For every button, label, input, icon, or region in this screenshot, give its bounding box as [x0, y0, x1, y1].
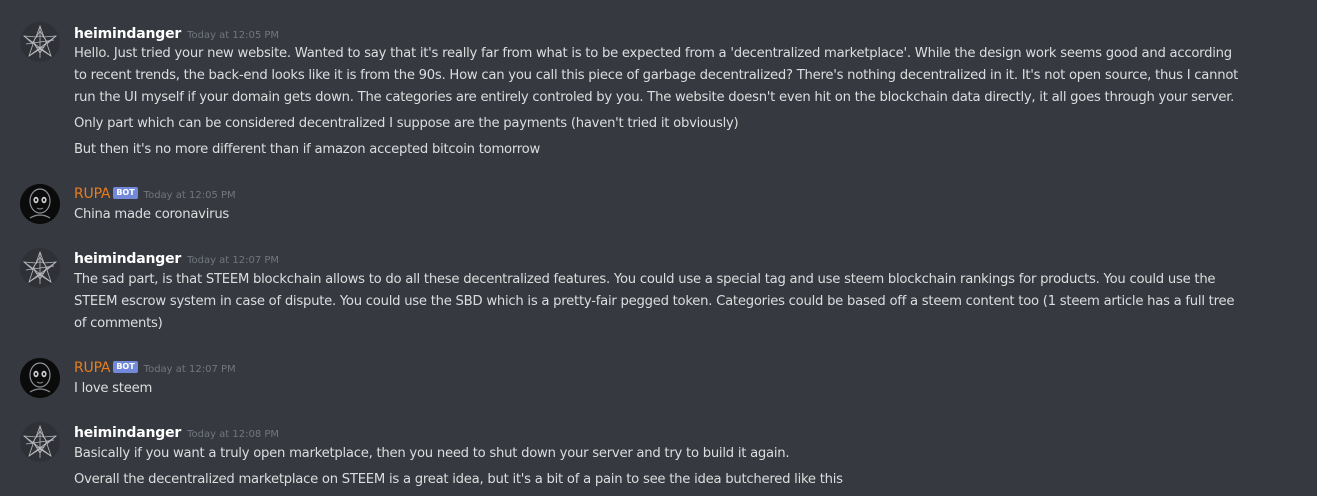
star-web-avatar-icon: [22, 250, 58, 284]
timestamp: Today at 12:07 PM: [143, 364, 236, 375]
message-line: China made coronavirus: [74, 207, 230, 222]
message-line: I love steem: [74, 381, 153, 396]
message-line: to recent trends, the back-end looks lik…: [74, 68, 1239, 83]
timestamp: Today at 12:05 PM: [143, 190, 236, 201]
timestamp: Today at 12:05 PM: [187, 30, 280, 41]
avatar[interactable]: [20, 422, 60, 462]
bot-tag: BOT: [113, 361, 138, 373]
username[interactable]: heimindanger: [74, 251, 181, 267]
avatar[interactable]: [20, 22, 60, 62]
message-line: But then it's no more different than if …: [74, 142, 541, 157]
bot-tag: BOT: [113, 187, 138, 199]
username[interactable]: RUPA: [74, 360, 111, 376]
message-line: run the UI myself if your domain gets do…: [74, 90, 1235, 105]
username[interactable]: heimindanger: [74, 425, 181, 441]
alien-face-avatar-icon: [20, 358, 60, 398]
message-line: Only part which can be considered decent…: [74, 116, 739, 131]
message-header: RUPA BOT Today at 12:07 PM: [74, 356, 236, 378]
message-line: Basically if you want a truly open marke…: [74, 446, 790, 461]
username[interactable]: heimindanger: [74, 26, 181, 42]
message-header: heimindanger Today at 12:07 PM: [74, 247, 279, 269]
message-line: of comments): [74, 316, 163, 331]
chat-messages: heimindanger Today at 12:05 PM Hello. Jus…: [0, 0, 1317, 496]
username[interactable]: RUPA: [74, 186, 111, 202]
message-header: heimindanger Today at 12:08 PM: [74, 421, 279, 443]
message-line: The sad part, is that STEEM blockchain a…: [74, 272, 1216, 287]
star-web-avatar-icon: [22, 24, 58, 58]
alien-face-avatar-icon: [20, 184, 60, 224]
avatar[interactable]: [20, 184, 60, 224]
timestamp: Today at 12:07 PM: [187, 255, 280, 266]
message-line: Overall the decentralized marketplace on…: [74, 472, 843, 487]
message-header: heimindanger Today at 12:05 PM: [74, 22, 279, 44]
avatar[interactable]: [20, 358, 60, 398]
timestamp: Today at 12:08 PM: [187, 429, 280, 440]
message-header: RUPA BOT Today at 12:05 PM: [74, 182, 236, 204]
avatar[interactable]: [20, 248, 60, 288]
message-line: Hello. Just tried your new website. Want…: [74, 46, 1232, 61]
star-web-avatar-icon: [22, 424, 58, 458]
message-line: STEEM escrow system in case of dispute. …: [74, 294, 1235, 309]
